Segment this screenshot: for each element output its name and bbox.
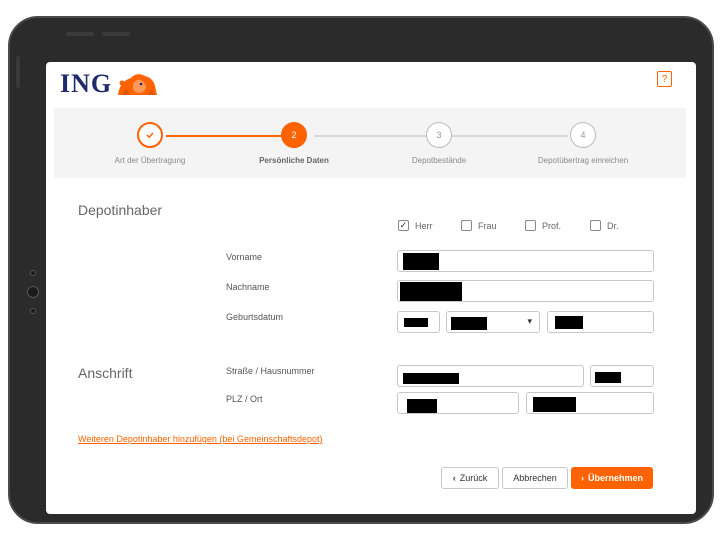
geburtsdatum-label: Geburtsdatum — [226, 312, 284, 322]
progress-stepper: Art der Übertragung 2 Persönliche Daten … — [54, 108, 686, 178]
step-label: Depotbestände — [411, 156, 467, 165]
redaction — [533, 397, 576, 412]
lion-icon — [118, 74, 158, 95]
step-number: 3 — [426, 122, 452, 148]
nachname-label: Nachname — [226, 282, 270, 292]
sensor-dot — [30, 270, 36, 276]
nachname-input[interactable] — [397, 280, 654, 302]
redaction — [595, 372, 621, 383]
salutation-frau[interactable]: Frau — [461, 220, 497, 231]
plz-input[interactable] — [397, 392, 519, 414]
step-number: 2 — [281, 122, 307, 148]
plz-ort-label: PLZ / Ort — [226, 394, 263, 404]
birth-year-input[interactable] — [547, 311, 654, 333]
street-input[interactable] — [397, 365, 584, 387]
step-depotbestaende[interactable]: 3 Depotbestände — [369, 122, 509, 165]
checkmark-icon — [137, 122, 163, 148]
ing-logo: ING — [60, 69, 159, 99]
vorname-input[interactable] — [397, 250, 654, 272]
cancel-button[interactable]: Abbrechen — [502, 467, 568, 489]
step-label: Persönliche Daten — [259, 156, 329, 165]
vorname-label: Vorname — [226, 252, 263, 262]
checkbox[interactable] — [461, 220, 472, 231]
side-button — [16, 56, 20, 88]
app-screen: ING ? Art der Übertragung 2 Persönliche … — [46, 62, 696, 514]
back-button[interactable]: ‹ Zurück — [441, 467, 499, 489]
volume-button — [66, 32, 94, 36]
step-art-der-uebertragung[interactable]: Art der Übertragung — [80, 122, 220, 165]
step-persoenliche-daten[interactable]: 2 Persönliche Daten — [224, 122, 364, 165]
salutation-herr[interactable]: ✓ Herr — [398, 220, 433, 231]
step-label: Art der Übertragung — [114, 156, 186, 165]
redaction — [403, 253, 439, 270]
checkbox[interactable] — [590, 220, 601, 231]
logo-text: ING — [60, 69, 113, 98]
redaction — [403, 373, 459, 384]
power-button — [102, 32, 130, 36]
section-title-anschrift: Anschrift — [78, 365, 133, 381]
step-number: 4 — [570, 122, 596, 148]
redaction — [555, 316, 583, 329]
salutation-prof[interactable]: Prof. — [525, 220, 561, 231]
redaction — [407, 399, 437, 413]
caret-down-icon: ▾ — [527, 316, 532, 326]
add-holder-link[interactable]: Weiteren Depotinhaber hinzufügen (bei Ge… — [78, 434, 322, 444]
city-input[interactable] — [526, 392, 654, 414]
checkbox[interactable] — [525, 220, 536, 231]
redaction — [451, 317, 487, 330]
section-title-depotinhaber: Depotinhaber — [78, 202, 163, 218]
chevron-left-icon: ‹ — [452, 473, 456, 483]
chevron-right-icon: › — [580, 473, 584, 483]
sensor-dot — [30, 308, 36, 314]
strasse-label: Straße / Hausnummer — [226, 366, 315, 376]
step-label: Depotübertrag einreichen — [537, 156, 629, 165]
redaction — [404, 318, 428, 327]
salutation-dr[interactable]: Dr. — [590, 220, 619, 231]
birth-day-input[interactable] — [397, 311, 440, 333]
help-button[interactable]: ? — [657, 71, 672, 87]
checkbox-checked[interactable]: ✓ — [398, 220, 409, 231]
tablet-frame: ING ? Art der Übertragung 2 Persönliche … — [8, 16, 714, 524]
submit-button[interactable]: › Übernehmen — [571, 467, 653, 489]
step-depotuebertrag-einreichen[interactable]: 4 Depotübertrag einreichen — [513, 122, 653, 165]
house-number-input[interactable] — [590, 365, 654, 387]
birth-month-select[interactable]: ▾ — [446, 311, 540, 333]
redaction — [400, 282, 462, 301]
camera-lens — [27, 286, 39, 298]
